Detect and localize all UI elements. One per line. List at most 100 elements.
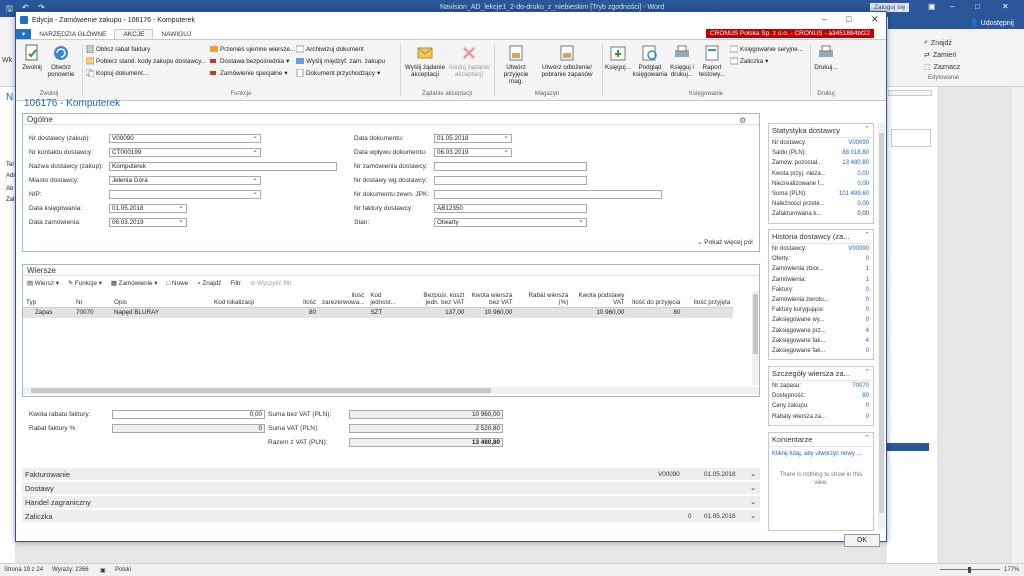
table-cell[interactable]: [571, 368, 627, 378]
receipt-date-field[interactable]: 06.03.2019: [434, 148, 512, 157]
show-more-button[interactable]: ⌄ Pokaż więcej pól: [697, 238, 753, 246]
factbox-value[interactable]: 1: [866, 275, 869, 285]
table-cell[interactable]: [367, 358, 405, 368]
lines-hscrollbar[interactable]: [23, 387, 759, 394]
factbox-value[interactable]: 0: [866, 315, 869, 325]
table-cell[interactable]: [683, 368, 733, 378]
line-menu-button[interactable]: ▤ Wiersz ▾: [27, 280, 59, 288]
table-cell[interactable]: [367, 348, 405, 358]
table-cell[interactable]: [319, 348, 367, 358]
lines-hscroll-thumb[interactable]: [31, 388, 491, 393]
cancel-approval-button[interactable]: Anuluj żądanie akceptacji: [448, 44, 490, 78]
vendor-shipment-field[interactable]: [434, 176, 587, 185]
tab-home[interactable]: NARZĘDZIA GŁÓWNE: [31, 30, 114, 39]
ext-doc-field[interactable]: [434, 190, 662, 199]
table-cell[interactable]: [683, 328, 733, 338]
empty-row[interactable]: [23, 348, 733, 358]
doc-date-field[interactable]: 01.05.2018: [434, 134, 512, 143]
table-cell[interactable]: [405, 338, 467, 348]
empty-row[interactable]: [23, 338, 733, 348]
table-cell[interactable]: [467, 358, 515, 368]
maximize-icon[interactable]: □: [975, 2, 980, 11]
table-cell[interactable]: [515, 368, 571, 378]
lines-header[interactable]: Wiersze: [23, 265, 759, 276]
close-icon[interactable]: ✕: [1002, 2, 1009, 11]
drop-shipment-button[interactable]: Dostawa bezpośrednia ▾: [210, 57, 289, 65]
status-language[interactable]: Polski: [115, 567, 131, 573]
file-menu-button[interactable]: ▾: [16, 29, 32, 39]
column-header[interactable]: Ilość: [281, 291, 319, 308]
nip-field[interactable]: [109, 190, 261, 199]
table-cell[interactable]: [281, 368, 319, 378]
ok-button[interactable]: OK: [844, 534, 880, 547]
table-cell[interactable]: [23, 338, 73, 348]
minimize-icon[interactable]: –: [950, 2, 954, 11]
column-header[interactable]: Kod jednost...: [367, 291, 406, 308]
zoom-level[interactable]: 177%: [1004, 567, 1019, 573]
table-cell[interactable]: [319, 318, 367, 328]
chevron-down-icon[interactable]: ⌄: [750, 497, 756, 506]
copy-doc-button[interactable]: Kopiuj dokument...: [86, 69, 148, 77]
create-putaway-button[interactable]: Utwórz odłożenie/ pobranie zapasów: [538, 44, 596, 78]
collapsed-fasttab[interactable]: Zaliczka 0 01.05.2018 ⌄: [22, 510, 760, 523]
table-cell[interactable]: [515, 348, 571, 358]
column-header[interactable]: Nr: [73, 291, 111, 308]
factbox-value[interactable]: 4: [866, 326, 869, 336]
table-cell[interactable]: [281, 338, 319, 348]
table-cell[interactable]: [683, 358, 733, 368]
move-negative-button[interactable]: Przenieś ujemne wiersze...: [210, 45, 295, 53]
factbox-value[interactable]: 0: [866, 346, 869, 356]
customize-icon[interactable]: ⚙: [739, 116, 746, 125]
table-cell[interactable]: [467, 348, 515, 358]
table-cell[interactable]: [73, 368, 111, 378]
table-cell[interactable]: [111, 358, 211, 368]
factbox-scrollbar[interactable]: [878, 123, 885, 529]
vendor-no-field[interactable]: V00090: [109, 134, 261, 143]
print-button[interactable]: Drukuj...: [814, 44, 838, 71]
table-cell[interactable]: [211, 308, 281, 318]
calc-discount-button[interactable]: Oblicz rabat faktury: [86, 45, 150, 53]
table-cell[interactable]: [211, 348, 281, 358]
table-cell[interactable]: [211, 368, 281, 378]
table-cell[interactable]: 80: [627, 308, 683, 318]
table-cell[interactable]: [367, 328, 405, 338]
collapsed-fasttab[interactable]: Fakturowanie V00090 01.05.2018 ⌄: [22, 468, 760, 481]
empty-row[interactable]: [23, 358, 733, 368]
column-header[interactable]: Ilość przyjęta: [683, 291, 734, 308]
table-cell[interactable]: [23, 348, 73, 358]
table-cell[interactable]: [683, 348, 733, 358]
status-field[interactable]: Otwarty: [434, 218, 587, 227]
vendor-history-title[interactable]: Historia dostawcy (za...: [769, 230, 873, 244]
factbox-value[interactable]: 0: [866, 412, 869, 422]
table-cell[interactable]: [73, 358, 111, 368]
factbox-value[interactable]: V00090: [848, 138, 869, 148]
column-header[interactable]: Kwota wiersza bez VAT: [467, 291, 516, 308]
preview-posting-button[interactable]: Podgląd księgowania: [633, 44, 667, 78]
column-header[interactable]: Rabat wiersza (%): [515, 291, 572, 308]
table-cell[interactable]: [73, 338, 111, 348]
empty-row[interactable]: [23, 328, 733, 338]
table-cell[interactable]: [467, 318, 515, 328]
table-cell[interactable]: [281, 358, 319, 368]
table-cell[interactable]: [515, 308, 571, 318]
factbox-value[interactable]: 0: [866, 401, 869, 411]
order-menu-button[interactable]: ▦ Zamówienie ▾: [111, 280, 158, 288]
table-cell[interactable]: [23, 358, 73, 368]
create-note-link[interactable]: Kliknij tutaj, aby utworzyć nowy ...: [772, 451, 861, 457]
table-cell[interactable]: [367, 338, 405, 348]
column-header[interactable]: Typ: [23, 291, 73, 308]
table-cell[interactable]: [571, 338, 627, 348]
column-header[interactable]: Ilość zarezerwowa...: [319, 291, 368, 308]
table-cell[interactable]: [627, 338, 683, 348]
city-field[interactable]: Jelenia Góra: [109, 176, 261, 185]
table-cell[interactable]: Napęd BLURAY: [111, 308, 211, 318]
filter-button[interactable]: Filtr: [230, 280, 241, 288]
factbox-value[interactable]: 0,00: [857, 199, 869, 209]
maximize-icon[interactable]: □: [846, 14, 851, 24]
table-cell[interactable]: [73, 328, 111, 338]
table-cell[interactable]: 10 960,00: [571, 308, 627, 318]
table-cell[interactable]: [683, 338, 733, 348]
table-cell[interactable]: Zapas: [23, 308, 73, 318]
select-button[interactable]: ⬚ Zaznacz: [924, 63, 960, 72]
column-header[interactable]: Opis: [111, 291, 211, 308]
